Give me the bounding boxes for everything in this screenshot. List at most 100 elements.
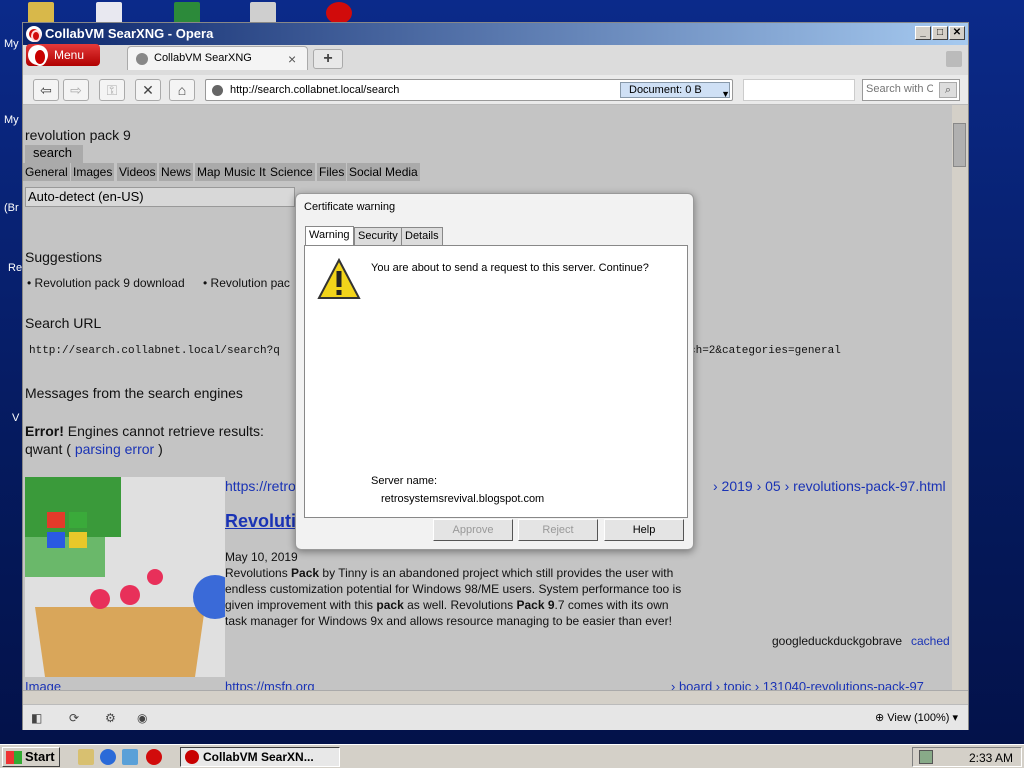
site-info-icon[interactable] xyxy=(212,85,223,96)
desktop-icon-excel[interactable] xyxy=(174,2,200,24)
result-thumbnail[interactable] xyxy=(25,477,225,677)
certificate-warning-dialog: Certificate warning Warning Security Det… xyxy=(295,193,694,550)
reject-button[interactable]: Reject xyxy=(518,519,598,541)
result-engines: googleduckduckgobrave xyxy=(772,634,903,648)
zoom-control[interactable]: ⊕ View (100%) ▾ xyxy=(875,711,958,724)
unite-icon[interactable]: ◉ xyxy=(137,711,153,725)
tab-category[interactable]: Images xyxy=(71,163,115,181)
error-line: Error! Engines cannot retrieve results: xyxy=(25,423,264,439)
horizontal-scrollbar[interactable] xyxy=(23,690,968,704)
help-button[interactable]: Help xyxy=(604,519,684,541)
minimize-button[interactable]: _ xyxy=(915,26,931,40)
status-bar: ◧ ⟳ ⚙ ◉ ⊕ View (100%) ▾ xyxy=(23,704,968,730)
turbo-icon[interactable]: ⚙ xyxy=(105,711,121,725)
tab-category[interactable]: Music xyxy=(222,163,258,181)
home-button[interactable]: ⌂ xyxy=(169,79,195,101)
tab-warning[interactable]: Warning xyxy=(305,226,354,246)
snippet-text: as well. Revolutions xyxy=(403,598,517,612)
image-link[interactable]: Image xyxy=(25,679,61,690)
document-size-indicator[interactable]: Document: 0 B ▼ xyxy=(620,82,730,101)
start-label: Start xyxy=(25,749,55,764)
panel-toggle-icon[interactable]: ◧ xyxy=(31,711,47,725)
tab-label: CollabVM SearXNG xyxy=(154,52,252,64)
snippet-highlight: Pack 9 xyxy=(516,598,555,612)
close-button[interactable]: ✕ xyxy=(949,26,965,40)
error-label: Error! xyxy=(25,423,64,439)
error-text: Engines cannot retrieve results: xyxy=(63,423,264,439)
suggestion-item[interactable]: • Revolution pack 9 download xyxy=(27,276,185,290)
search-button[interactable]: search xyxy=(25,145,83,163)
tab-close-icon[interactable]: × xyxy=(288,51,296,67)
chevron-down-icon[interactable]: ▼ xyxy=(721,87,730,101)
search-input[interactable] xyxy=(863,80,933,98)
desktop-label: My xyxy=(4,114,19,126)
maximize-button[interactable]: □ xyxy=(932,26,948,40)
address-bar[interactable]: http://search.collabnet.local/search Doc… xyxy=(205,79,733,101)
tab-category[interactable]: Science xyxy=(268,163,315,181)
stop-button[interactable]: ✕ xyxy=(135,79,161,101)
desktop-label: (Br xyxy=(4,202,19,214)
tab-category[interactable]: Map xyxy=(195,163,223,181)
result-path[interactable]: › board › topic › 131040-revolutions-pac… xyxy=(671,679,924,690)
snippet-text: .7 comes with its own xyxy=(554,598,669,612)
result-snippet-line: Revolutions Pack by Tinny is an abandone… xyxy=(225,566,673,580)
search-box[interactable]: ⌕ xyxy=(862,79,960,101)
search-icon[interactable]: ⌕ xyxy=(939,82,957,98)
tab-category[interactable]: News xyxy=(159,163,194,181)
key-icon[interactable]: ⚿ xyxy=(99,79,125,101)
result-url[interactable]: https://msfn.org xyxy=(225,679,315,690)
engine-close: ) xyxy=(154,441,163,457)
desktop-icon-folder[interactable] xyxy=(28,2,54,24)
search-url-text-right: ch=2&categories=general xyxy=(689,345,841,357)
tab-category[interactable]: It xyxy=(257,163,268,181)
server-name-label: Server name: xyxy=(371,475,438,487)
opera-icon xyxy=(185,750,199,764)
snippet-text: by Tinny is an abandoned project which s… xyxy=(319,566,674,580)
forward-button[interactable]: ⇨ xyxy=(63,79,89,101)
desktop-label: My xyxy=(4,38,19,50)
result-url[interactable]: https://retro xyxy=(225,478,296,494)
zoom-label: View (100%) xyxy=(887,712,950,724)
sync-icon[interactable]: ⟳ xyxy=(69,711,85,725)
desktop-icon-opera[interactable] xyxy=(326,2,352,24)
quicklaunch-ie-icon[interactable] xyxy=(100,749,116,765)
window-titlebar[interactable]: CollabVM SearXNG - Opera _ □ ✕ xyxy=(23,23,968,45)
suggestion-item[interactable]: • Revolution pac xyxy=(203,276,290,290)
favicon-icon xyxy=(136,53,148,65)
scrollbar-thumb[interactable] xyxy=(953,123,966,167)
tab-searxng[interactable]: CollabVM SearXNG × xyxy=(127,46,308,70)
taskbar-button-opera[interactable]: CollabVM SearXN... xyxy=(180,747,340,767)
result-path[interactable]: › 2019 › 05 › revolutions-pack-97.html xyxy=(713,478,946,494)
trash-icon[interactable] xyxy=(946,51,962,67)
language-select[interactable]: Auto-detect (en-US) xyxy=(25,187,295,207)
desktop-icon-scheduler[interactable] xyxy=(250,2,276,24)
cached-link[interactable]: cached xyxy=(911,634,950,648)
parsing-error-link[interactable]: parsing error xyxy=(75,441,154,457)
network-icon[interactable] xyxy=(919,750,933,764)
desktop-icon-mail[interactable] xyxy=(96,2,122,24)
new-tab-button[interactable]: + xyxy=(313,49,343,69)
menu-label: Menu xyxy=(54,48,85,62)
back-button[interactable]: ⇦ xyxy=(33,79,59,101)
tab-category[interactable]: Files xyxy=(317,163,347,181)
vertical-scrollbar[interactable] xyxy=(952,105,968,690)
quicklaunch-channels-icon[interactable] xyxy=(122,749,138,765)
search-url-text[interactable]: http://search.collabnet.local/search?q xyxy=(29,345,280,357)
tab-category[interactable]: General xyxy=(23,163,70,181)
result-snippet-line: given improvement with this pack as well… xyxy=(225,598,669,612)
quicklaunch-desktop-icon[interactable] xyxy=(78,749,94,765)
tab-details[interactable]: Details xyxy=(401,227,443,246)
tab-category[interactable]: Videos xyxy=(117,163,158,181)
search-query[interactable]: revolution pack 9 xyxy=(25,127,131,143)
document-size: Document: 0 B xyxy=(629,84,702,96)
tab-category[interactable]: Social Media xyxy=(347,163,420,181)
snippet-text: Revolutions xyxy=(225,566,292,580)
tab-security[interactable]: Security xyxy=(354,227,402,246)
start-button[interactable]: Start xyxy=(2,747,60,767)
navigation-bar: ⇦ ⇨ ⚿ ✕ ⌂ http://search.collabnet.local/… xyxy=(23,75,968,105)
snippet-text: given improvement with this xyxy=(225,598,377,612)
opera-menu-button[interactable]: Menu xyxy=(26,44,100,66)
approve-button[interactable]: Approve xyxy=(433,519,513,541)
clock[interactable]: 2:33 AM xyxy=(969,751,1013,765)
quicklaunch-opera-icon[interactable] xyxy=(146,749,162,765)
